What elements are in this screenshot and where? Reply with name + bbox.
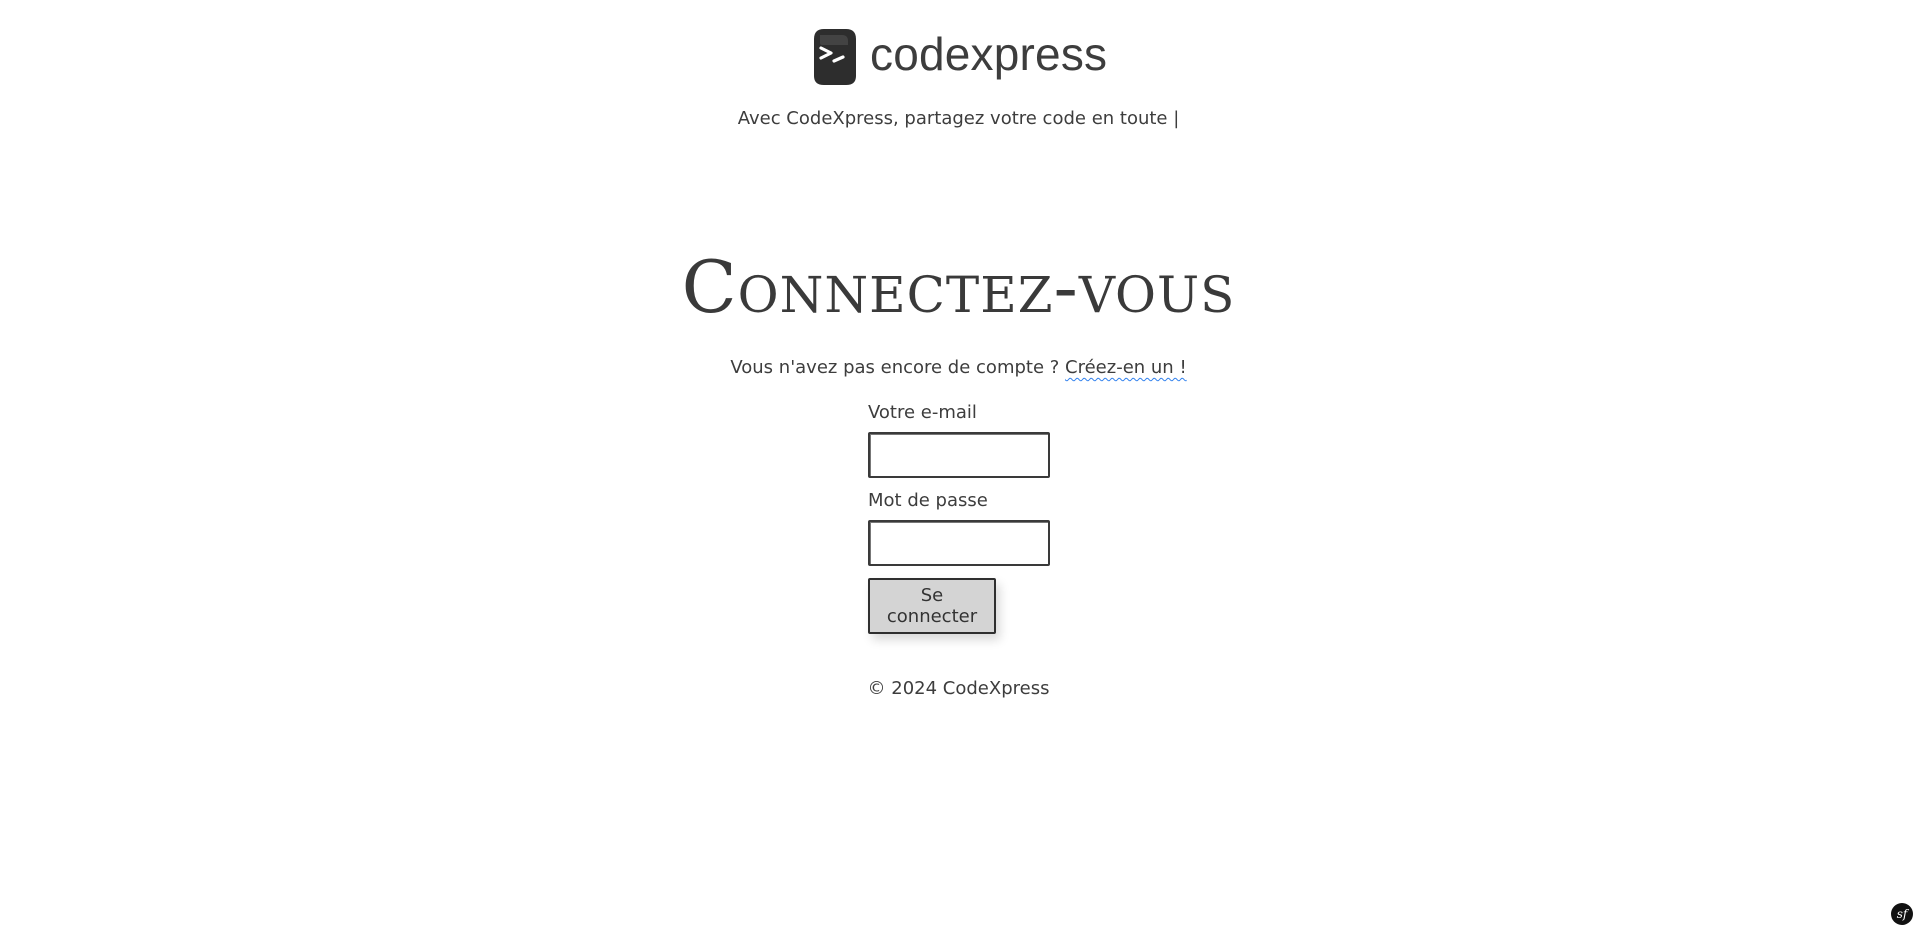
page-title: Connectez-vous (681, 245, 1236, 330)
email-label: Votre e-mail (868, 402, 977, 423)
account-prompt: Vous n'avez pas encore de compte ? Créez… (0, 357, 1917, 378)
account-prompt-text: Vous n'avez pas encore de compte ? (730, 357, 1066, 378)
terminal-prompt-icon (814, 29, 856, 85)
login-form: Votre e-mail Mot de passe Se connecter (868, 400, 1168, 634)
login-button[interactable]: Se connecter (868, 578, 996, 634)
symfony-icon[interactable]: sf (1891, 903, 1913, 925)
brand-header[interactable]: codexpress (812, 24, 1112, 90)
brand-name: codexpress (870, 28, 1108, 80)
password-label: Mot de passe (868, 490, 988, 511)
password-input[interactable] (868, 520, 1050, 566)
create-account-link[interactable]: Créez-en un ! (1065, 357, 1187, 378)
tagline: Avec CodeXpress, partagez votre code en … (737, 108, 1180, 129)
footer-copyright: © 2024 CodeXpress (867, 678, 1050, 699)
page: codexpress Avec CodeXpress, partagez vot… (0, 0, 1917, 928)
email-input[interactable] (868, 432, 1050, 478)
